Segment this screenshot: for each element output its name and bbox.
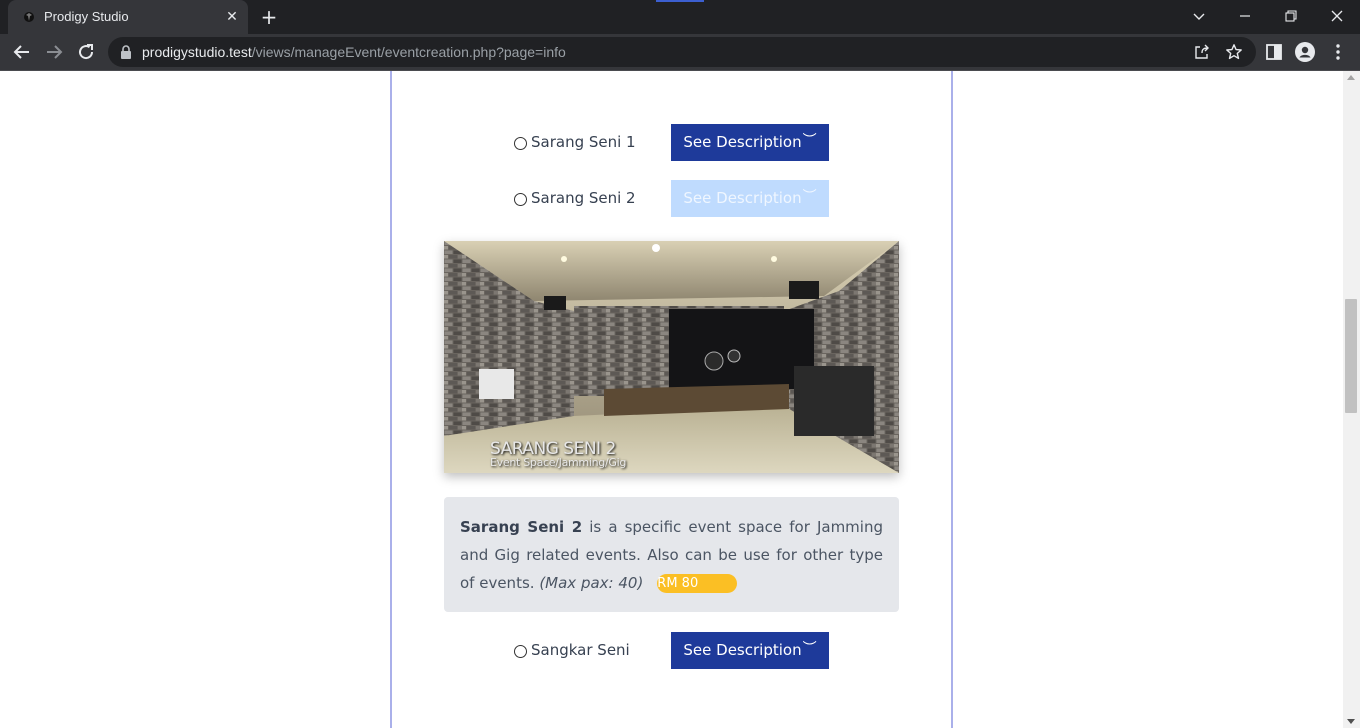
reload-icon[interactable] <box>74 40 98 64</box>
menu-icon[interactable] <box>1328 42 1348 62</box>
url-path: /views/manageEvent/eventcreation.php?pag… <box>251 44 566 60</box>
url-host: prodigystudio.test <box>142 44 252 60</box>
button-label: See Description <box>683 189 802 207</box>
see-description-button[interactable]: See Description︶ <box>671 632 829 669</box>
tab-search-icon[interactable] <box>1176 0 1222 32</box>
scrollbar-thumb[interactable] <box>1345 299 1357 413</box>
close-window-icon[interactable] <box>1314 0 1360 32</box>
scroll-up-icon[interactable] <box>1347 75 1355 80</box>
page-scrollbar[interactable] <box>1343 71 1360 728</box>
button-label: See Description <box>683 133 802 151</box>
venue-label[interactable]: Sangkar Seni <box>531 641 630 659</box>
photo-caption-subtitle: Event Space/Jamming/Gig <box>490 456 627 469</box>
venue-description: Sarang Seni 2 is a specific event space … <box>460 513 883 597</box>
see-description-button[interactable]: See Description︶ <box>671 180 829 217</box>
chevron-down-icon: ︶ <box>802 189 817 205</box>
chevron-down-icon: ︶ <box>802 133 817 149</box>
venue-label[interactable]: Sarang Seni 1 <box>531 133 636 151</box>
price-badge: RM 80 <box>657 574 738 593</box>
description-venue-name: Sarang Seni 2 <box>460 518 583 536</box>
page-viewport: Sarang Seni 1 See Description︶ Sarang Se… <box>0 71 1360 728</box>
star-icon[interactable] <box>1225 43 1243 61</box>
button-label: See Description <box>683 641 802 659</box>
venue-radio-sarang-seni-1[interactable] <box>514 137 527 150</box>
favicon-icon <box>24 12 34 22</box>
venue-photo: SARANG SENI 2 Event Space/Jamming/Gig <box>444 241 899 473</box>
browser-tab[interactable]: Prodigy Studio ✕ <box>8 0 248 34</box>
url-text[interactable]: prodigystudio.test/views/manageEvent/eve… <box>142 44 566 60</box>
minimize-icon[interactable] <box>1222 0 1268 32</box>
chevron-down-icon: ︶ <box>802 641 817 657</box>
venue-option-sangkar-seni: Sangkar Seni See Description︶ <box>512 632 832 669</box>
back-icon[interactable] <box>10 40 34 64</box>
see-description-button[interactable]: See Description︶ <box>671 124 829 161</box>
close-tab-icon[interactable]: ✕ <box>224 9 240 25</box>
max-pax-text: (Max pax: 40) <box>539 574 644 592</box>
scroll-down-icon[interactable] <box>1347 719 1355 724</box>
venue-label[interactable]: Sarang Seni 2 <box>531 189 636 207</box>
venue-option-sarang-seni-1: Sarang Seni 1 See Description︶ <box>512 124 832 161</box>
forward-icon[interactable] <box>42 40 66 64</box>
profile-icon[interactable] <box>1295 42 1315 62</box>
venue-option-sarang-seni-2: Sarang Seni 2 See Description︶ <box>512 180 832 217</box>
tab-title: Prodigy Studio <box>44 9 129 24</box>
lock-icon[interactable] <box>120 45 132 59</box>
venue-radio-sarang-seni-2[interactable] <box>514 193 527 206</box>
address-bar[interactable]: prodigystudio.test/views/manageEvent/eve… <box>108 37 1256 67</box>
new-tab-button[interactable]: + <box>258 6 280 28</box>
tab-strip-indicator <box>656 0 704 2</box>
venue-description-panel: Sarang Seni 2 is a specific event space … <box>444 497 899 612</box>
browser-titlebar: Prodigy Studio ✕ + <box>0 0 1360 34</box>
share-icon[interactable] <box>1193 43 1211 61</box>
venue-photo-caption: SARANG SENI 2 Event Space/Jamming/Gig <box>490 439 626 469</box>
sidepanel-icon[interactable] <box>1264 42 1284 62</box>
venue-radio-sangkar-seni[interactable] <box>514 645 527 658</box>
browser-toolbar: prodigystudio.test/views/manageEvent/eve… <box>0 34 1360 71</box>
restore-icon[interactable] <box>1268 0 1314 32</box>
